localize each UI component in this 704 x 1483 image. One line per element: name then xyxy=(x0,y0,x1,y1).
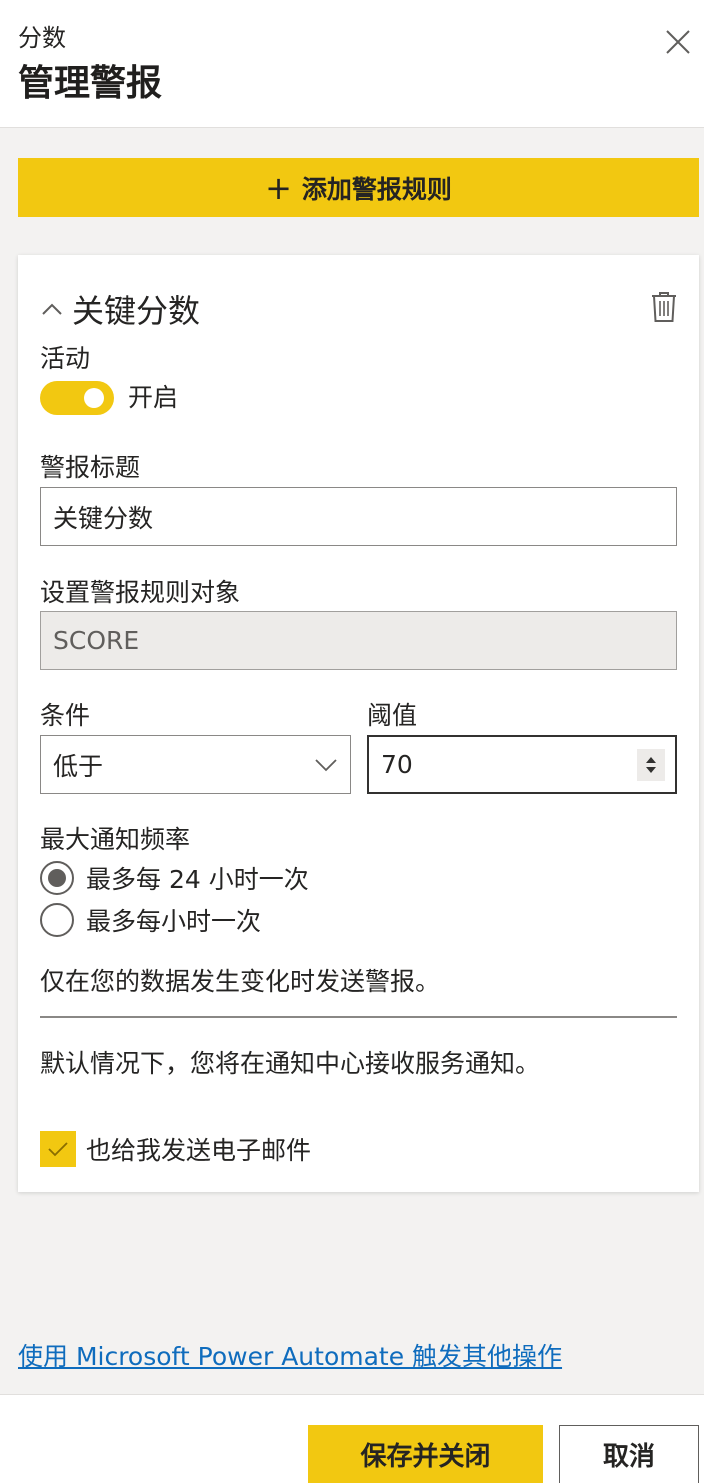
email-checkbox[interactable] xyxy=(40,1131,76,1167)
close-button[interactable] xyxy=(660,24,696,60)
divider xyxy=(40,1016,677,1018)
threshold-label: 阈值 xyxy=(367,701,418,730)
plus-icon: + xyxy=(265,168,292,207)
alert-rule-title: 关键分数 xyxy=(72,292,201,330)
radio-button xyxy=(40,903,74,937)
radio-selected-dot xyxy=(48,869,66,887)
chevron-down-icon xyxy=(315,758,337,771)
threshold-value: 70 xyxy=(381,750,413,779)
alert-title-value: 关键分数 xyxy=(53,503,154,533)
panel-title: 管理警报 xyxy=(18,63,163,104)
condition-select[interactable]: 低于 xyxy=(40,735,351,794)
rule-target-field: SCORE xyxy=(40,611,677,670)
email-checkbox-label: 也给我发送电子邮件 xyxy=(86,1136,312,1165)
cancel-button[interactable]: 取消 xyxy=(559,1425,699,1483)
frequency-label: 最大通知频率 xyxy=(40,825,191,854)
trash-icon xyxy=(652,292,676,322)
condition-label: 条件 xyxy=(40,701,91,730)
rule-target-value: SCORE xyxy=(53,626,140,655)
checkmark-icon xyxy=(48,1142,68,1157)
alert-rule-collapse-toggle[interactable]: 关键分数 xyxy=(38,287,200,331)
frequency-option-24h[interactable]: 最多每 24 小时一次 xyxy=(40,860,309,896)
delete-rule-button[interactable] xyxy=(646,289,682,325)
threshold-input[interactable]: 70 xyxy=(367,735,677,794)
alert-title-label: 警报标题 xyxy=(40,453,141,482)
save-and-close-button[interactable]: 保存并关闭 xyxy=(308,1425,543,1483)
alert-rule-card: 关键分数 活动 开启 警报标题 关键分数 设置警报规则对象 SCORE 条件 低… xyxy=(18,255,699,1192)
alert-title-input[interactable]: 关键分数 xyxy=(40,487,677,546)
panel-footer: 保存并关闭 取消 xyxy=(0,1394,704,1483)
toggle-knob xyxy=(84,388,104,408)
add-alert-rule-button[interactable]: + 添加警报规则 xyxy=(18,158,699,217)
data-change-note: 仅在您的数据发生变化时发送警报。 xyxy=(40,967,441,996)
close-icon xyxy=(666,30,690,54)
panel-header: 分数 管理警报 xyxy=(0,0,704,128)
email-checkbox-row[interactable]: 也给我发送电子邮件 xyxy=(40,1131,311,1167)
active-state-label: 开启 xyxy=(128,383,179,412)
add-alert-rule-label: 添加警报规则 xyxy=(301,174,452,204)
radio-button xyxy=(40,861,74,895)
notification-note: 默认情况下，您将在通知中心接收服务通知。 xyxy=(40,1049,541,1078)
power-automate-link[interactable]: 使用 Microsoft Power Automate 触发其他操作 xyxy=(18,1337,562,1373)
number-stepper[interactable] xyxy=(637,749,665,781)
stepper-arrows-icon xyxy=(646,757,656,773)
active-label: 活动 xyxy=(40,344,91,373)
frequency-option-label: 最多每小时一次 xyxy=(86,907,262,936)
condition-value: 低于 xyxy=(53,751,104,781)
frequency-option-label: 最多每 24 小时一次 xyxy=(86,865,309,894)
frequency-option-hourly[interactable]: 最多每小时一次 xyxy=(40,902,261,938)
active-toggle[interactable] xyxy=(40,381,114,415)
panel-subtitle: 分数 xyxy=(18,24,66,52)
rule-target-label: 设置警报规则对象 xyxy=(40,578,241,607)
chevron-up-icon xyxy=(38,295,66,323)
